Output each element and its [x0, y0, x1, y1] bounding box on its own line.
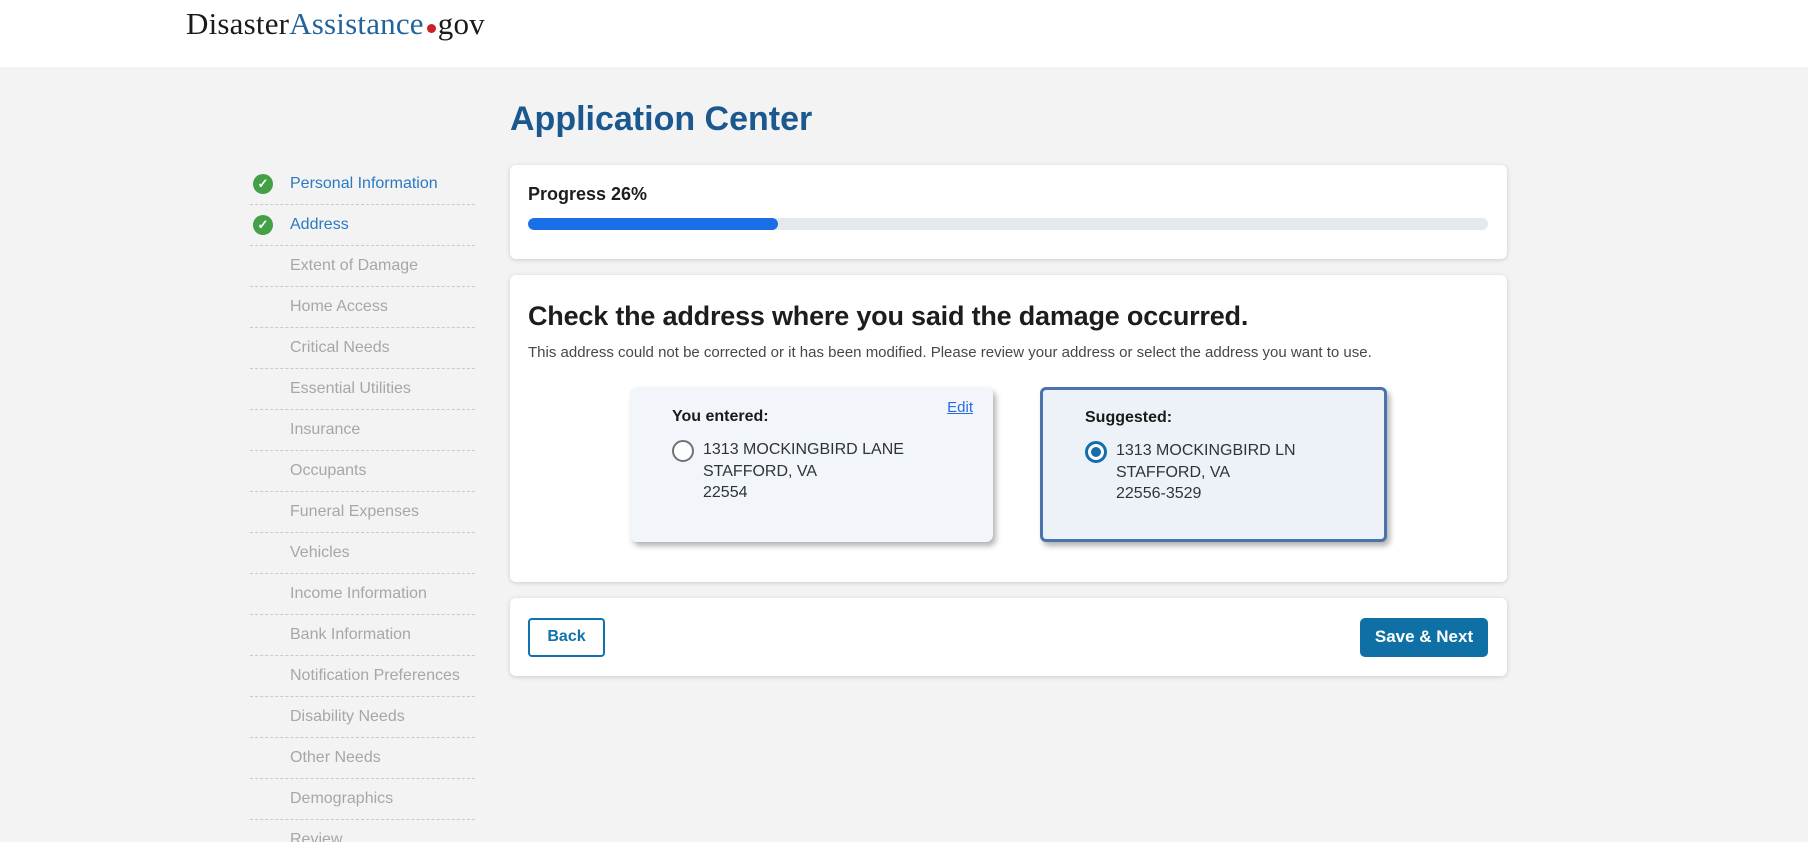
address-line: 1313 MOCKINGBIRD LANE	[703, 439, 904, 461]
entered-option-label: You entered:	[672, 408, 993, 426]
sidebar-item-address[interactable]: ✓ Address	[250, 205, 475, 246]
page-body: ✓ Personal Information ✓ Address Extent …	[0, 67, 1808, 842]
address-check-heading: Check the address where you said the dam…	[528, 301, 1488, 332]
sidebar-item-essential-utilities: Essential Utilities	[250, 369, 475, 410]
address-line: 1313 MOCKINGBIRD LN	[1116, 440, 1296, 462]
suggested-radio-row: 1313 MOCKINGBIRD LN STAFFORD, VA 22556-3…	[1085, 440, 1384, 505]
progress-bar	[528, 218, 1488, 230]
logo-part-assistance: Assistance	[289, 6, 424, 41]
site-header: DisasterAssistance gov	[0, 0, 1808, 67]
sidebar-item-insurance: Insurance	[250, 410, 475, 451]
address-option-entered[interactable]: Edit You entered: 1313 MOCKINGBIRD LANE …	[630, 387, 993, 542]
address-check-description: This address could not be corrected or i…	[528, 344, 1488, 361]
progress-card: Progress 26%	[510, 165, 1507, 259]
sidebar-item-label: Other Needs	[290, 749, 381, 767]
address-line: 22554	[703, 482, 904, 504]
sidebar-item-occupants: Occupants	[250, 451, 475, 492]
sidebar-item-label: Demographics	[290, 790, 393, 808]
sidebar-item-home-access: Home Access	[250, 287, 475, 328]
sidebar-item-label: Essential Utilities	[290, 380, 411, 398]
application-steps-sidebar: ✓ Personal Information ✓ Address Extent …	[250, 164, 475, 842]
sidebar-item-label: Personal Information	[290, 175, 438, 193]
entered-radio-button[interactable]	[672, 440, 694, 462]
sidebar-item-label: Bank Information	[290, 626, 411, 644]
sidebar-item-other-needs: Other Needs	[250, 738, 475, 779]
sidebar-item-disability-needs: Disability Needs	[250, 697, 475, 738]
save-next-button[interactable]: Save & Next	[1360, 618, 1488, 657]
logo-dot-icon	[427, 24, 436, 33]
sidebar-item-label: Funeral Expenses	[290, 503, 419, 521]
steps-list: ✓ Personal Information ✓ Address Extent …	[250, 164, 475, 842]
sidebar-item-income-information: Income Information	[250, 574, 475, 615]
sidebar-item-review: Review	[250, 820, 475, 842]
main-content: Application Center Progress 26% Check th…	[510, 67, 1507, 139]
site-logo[interactable]: DisasterAssistance gov	[186, 6, 485, 42]
sidebar-item-critical-needs: Critical Needs	[250, 328, 475, 369]
sidebar-item-personal-information[interactable]: ✓ Personal Information	[250, 164, 475, 205]
sidebar-item-label: Address	[290, 216, 349, 234]
entered-address-text: 1313 MOCKINGBIRD LANE STAFFORD, VA 22554	[703, 439, 904, 504]
sidebar-item-label: Extent of Damage	[290, 257, 418, 275]
sidebar-item-funeral-expenses: Funeral Expenses	[250, 492, 475, 533]
check-icon: ✓	[253, 215, 273, 235]
address-line: STAFFORD, VA	[703, 461, 904, 483]
address-line: 22556-3529	[1116, 483, 1296, 505]
progress-label: Progress 26%	[528, 184, 1488, 205]
suggested-address-text: 1313 MOCKINGBIRD LN STAFFORD, VA 22556-3…	[1116, 440, 1296, 505]
sidebar-item-label: Critical Needs	[290, 339, 390, 357]
sidebar-item-label: Review	[290, 831, 342, 842]
sidebar-item-demographics: Demographics	[250, 779, 475, 820]
logo-part-gov: gov	[438, 6, 485, 41]
sidebar-item-label: Vehicles	[290, 544, 350, 562]
sidebar-item-notification-preferences: Notification Preferences	[250, 656, 475, 697]
sidebar-item-label: Occupants	[290, 462, 366, 480]
sidebar-item-vehicles: Vehicles	[250, 533, 475, 574]
back-button[interactable]: Back	[528, 618, 605, 657]
address-options-row: Edit You entered: 1313 MOCKINGBIRD LANE …	[630, 387, 1488, 542]
page-title: Application Center	[510, 100, 1507, 139]
edit-address-link[interactable]: Edit	[947, 399, 973, 416]
suggested-option-label: Suggested:	[1085, 409, 1384, 427]
logo-part-disaster: Disaster	[186, 6, 289, 41]
sidebar-item-label: Home Access	[290, 298, 388, 316]
sidebar-item-label: Income Information	[290, 585, 427, 603]
sidebar-item-label: Notification Preferences	[290, 667, 460, 685]
entered-radio-row: 1313 MOCKINGBIRD LANE STAFFORD, VA 22554	[672, 439, 993, 504]
sidebar-item-label: Disability Needs	[290, 708, 405, 726]
sidebar-item-label: Insurance	[290, 421, 360, 439]
address-option-suggested[interactable]: Suggested: 1313 MOCKINGBIRD LN STAFFORD,…	[1040, 387, 1387, 542]
sidebar-item-extent-of-damage: Extent of Damage	[250, 246, 475, 287]
suggested-radio-button[interactable]	[1085, 441, 1107, 463]
sidebar-item-bank-information: Bank Information	[250, 615, 475, 656]
address-check-card: Check the address where you said the dam…	[510, 275, 1507, 582]
address-line: STAFFORD, VA	[1116, 462, 1296, 484]
check-icon: ✓	[253, 174, 273, 194]
progress-bar-fill	[528, 218, 778, 230]
form-actions-card: Back Save & Next	[510, 598, 1507, 676]
